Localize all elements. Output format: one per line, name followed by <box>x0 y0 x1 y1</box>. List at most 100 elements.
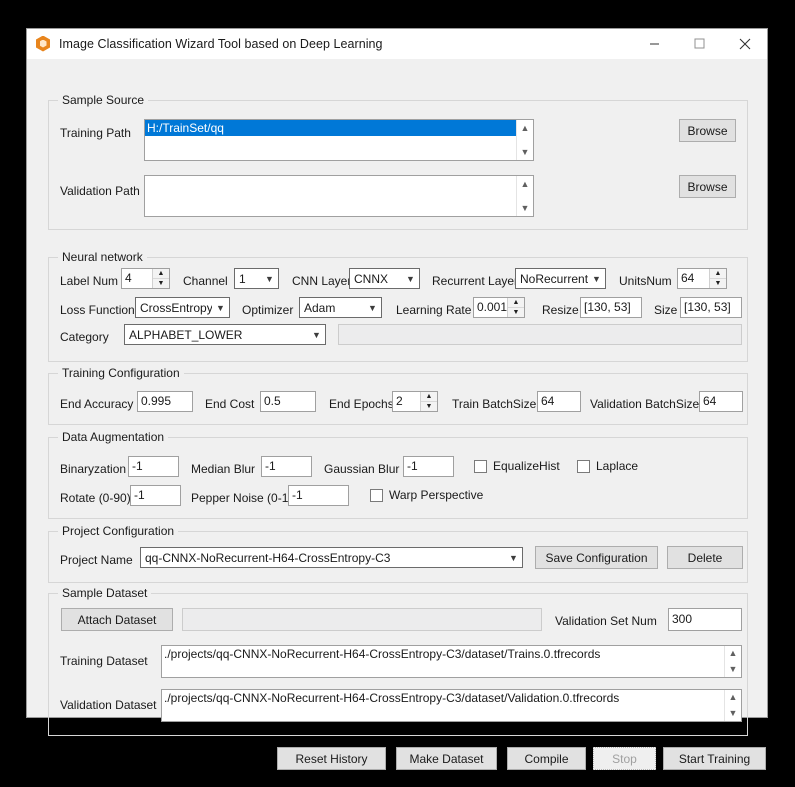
loss-function-select[interactable]: CrossEntropy ▼ <box>135 297 230 318</box>
end-accuracy-input[interactable]: 0.995 <box>137 391 193 412</box>
learning-rate-label: Learning Rate <box>396 303 472 317</box>
scroll-up-icon[interactable]: ▲ <box>517 120 533 136</box>
chevron-down-icon: ▼ <box>312 329 321 340</box>
end-epochs-value: 2 <box>396 394 403 408</box>
spin-down-icon[interactable]: ▼ <box>421 402 437 411</box>
category-value: ALPHABET_LOWER <box>129 327 243 342</box>
project-name-select[interactable]: qq-CNNX-NoRecurrent-H64-CrossEntropy-C3 … <box>140 547 523 568</box>
training-path-value: H:/TrainSet/qq <box>145 120 533 136</box>
scroll-up-icon[interactable]: ▲ <box>725 646 741 662</box>
app-hexagon-icon <box>35 35 51 52</box>
training-path-scrollbar[interactable]: ▲ ▼ <box>516 120 533 160</box>
learning-rate-stepper[interactable]: 0.001 ▲ ▼ <box>473 297 525 318</box>
validation-batchsize-input[interactable]: 64 <box>699 391 743 412</box>
channel-select[interactable]: 1 ▼ <box>234 268 279 289</box>
training-path-input[interactable]: H:/TrainSet/qq ▲ ▼ <box>144 119 534 161</box>
training-path-browse-button[interactable]: Browse <box>679 119 736 142</box>
learning-rate-spin-buttons[interactable]: ▲ ▼ <box>507 298 524 317</box>
rotate-label: Rotate (0-90) <box>60 491 131 505</box>
validation-dataset-input[interactable]: ./projects/qq-CNNX-NoRecurrent-H64-Cross… <box>161 689 742 722</box>
attach-dataset-path-input <box>182 608 542 631</box>
category-select[interactable]: ALPHABET_LOWER ▼ <box>124 324 326 345</box>
project-name-value: qq-CNNX-NoRecurrent-H64-CrossEntropy-C3 <box>145 550 391 565</box>
size-label: Size <box>654 303 678 317</box>
category-extra-input <box>338 324 742 345</box>
project-name-label: Project Name <box>60 553 133 567</box>
spin-up-icon[interactable]: ▲ <box>508 298 524 308</box>
scroll-down-icon[interactable]: ▼ <box>725 706 741 722</box>
scroll-up-icon[interactable]: ▲ <box>517 176 533 192</box>
attach-dataset-button[interactable]: Attach Dataset <box>61 608 173 631</box>
end-epochs-spin-buttons[interactable]: ▲ ▼ <box>420 392 437 411</box>
pepper-noise-input[interactable]: -1 <box>288 485 349 506</box>
spin-down-icon[interactable]: ▼ <box>508 308 524 317</box>
units-num-spin-buttons[interactable]: ▲ ▼ <box>709 269 726 288</box>
checkbox-box <box>474 459 487 473</box>
reset-history-button[interactable]: Reset History <box>277 747 386 770</box>
channel-value: 1 <box>239 271 246 286</box>
end-cost-label: End Cost <box>205 397 255 411</box>
spin-up-icon[interactable]: ▲ <box>710 269 726 279</box>
validation-dataset-scrollbar[interactable]: ▲ ▼ <box>724 690 741 721</box>
close-button[interactable] <box>722 29 767 58</box>
training-path-label: Training Path <box>60 126 131 140</box>
chevron-down-icon: ▼ <box>368 302 377 313</box>
label-num-stepper[interactable]: 4 ▲ ▼ <box>121 268 170 289</box>
save-configuration-button[interactable]: Save Configuration <box>535 546 658 569</box>
make-dataset-button[interactable]: Make Dataset <box>396 747 497 770</box>
spin-up-icon[interactable]: ▲ <box>153 269 169 279</box>
binaryzation-label: Binaryzation <box>60 462 127 476</box>
size-input[interactable]: [130, 53] <box>680 297 742 318</box>
start-training-button[interactable]: Start Training <box>663 747 766 770</box>
validation-path-browse-button[interactable]: Browse <box>679 175 736 198</box>
sample-dataset-legend: Sample Dataset <box>58 586 152 600</box>
maximize-icon <box>694 38 705 49</box>
median-blur-input[interactable]: -1 <box>261 456 312 477</box>
optimizer-select[interactable]: Adam ▼ <box>299 297 382 318</box>
units-num-value: 64 <box>681 271 695 285</box>
delete-button[interactable]: Delete <box>667 546 743 569</box>
scroll-down-icon[interactable]: ▼ <box>725 662 741 678</box>
label-num-spin-buttons[interactable]: ▲ ▼ <box>152 269 169 288</box>
project-configuration-legend: Project Configuration <box>58 524 179 538</box>
binaryzation-input[interactable]: -1 <box>128 456 179 477</box>
scroll-up-icon[interactable]: ▲ <box>725 690 741 706</box>
chevron-down-icon: ▼ <box>509 552 518 563</box>
warp-perspective-checkbox[interactable]: Warp Perspective <box>370 488 483 502</box>
minimize-button[interactable] <box>632 29 677 58</box>
rotate-input[interactable]: -1 <box>130 485 181 506</box>
spin-down-icon[interactable]: ▼ <box>153 279 169 288</box>
cnn-layer-value: CNNX <box>354 271 389 286</box>
minimize-icon <box>650 43 659 45</box>
chevron-down-icon: ▼ <box>406 273 415 284</box>
spin-up-icon[interactable]: ▲ <box>421 392 437 402</box>
laplace-checkbox[interactable]: Laplace <box>577 459 638 473</box>
cnn-layer-select[interactable]: CNNX ▼ <box>349 268 420 289</box>
label-num-label: Label Num <box>60 274 119 288</box>
equalizehist-checkbox[interactable]: EqualizeHist <box>474 459 560 473</box>
validation-path-input[interactable]: ▲ ▼ <box>144 175 534 217</box>
compile-button[interactable]: Compile <box>507 747 586 770</box>
warp-perspective-label: Warp Perspective <box>389 488 484 502</box>
learning-rate-value: 0.001 <box>477 300 507 314</box>
end-epochs-stepper[interactable]: 2 ▲ ▼ <box>392 391 438 412</box>
recurrent-layer-select[interactable]: NoRecurrent ▼ <box>515 268 606 289</box>
scroll-down-icon[interactable]: ▼ <box>517 144 533 160</box>
end-cost-input[interactable]: 0.5 <box>260 391 316 412</box>
category-label: Category <box>60 330 109 344</box>
train-batchsize-input[interactable]: 64 <box>537 391 581 412</box>
validation-path-scrollbar[interactable]: ▲ ▼ <box>516 176 533 216</box>
scroll-down-icon[interactable]: ▼ <box>517 200 533 216</box>
resize-label: Resize <box>542 303 579 317</box>
label-num-value: 4 <box>125 271 132 285</box>
channel-label: Channel <box>183 274 228 288</box>
laplace-label: Laplace <box>596 459 639 473</box>
units-num-stepper[interactable]: 64 ▲ ▼ <box>677 268 727 289</box>
maximize-button[interactable] <box>677 29 722 58</box>
validation-set-num-input[interactable]: 300 <box>668 608 742 631</box>
spin-down-icon[interactable]: ▼ <box>710 279 726 288</box>
gaussian-blur-input[interactable]: -1 <box>403 456 454 477</box>
training-dataset-scrollbar[interactable]: ▲ ▼ <box>724 646 741 677</box>
training-dataset-input[interactable]: ./projects/qq-CNNX-NoRecurrent-H64-Cross… <box>161 645 742 678</box>
resize-input[interactable]: [130, 53] <box>580 297 642 318</box>
